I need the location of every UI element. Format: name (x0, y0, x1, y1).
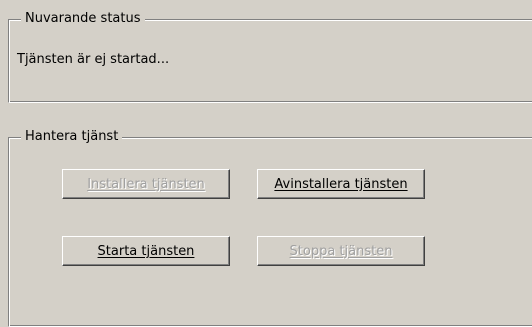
manage-service-title: Hantera tjänst (21, 128, 123, 146)
start-service-button[interactable]: Starta tjänsten (62, 236, 230, 266)
service-status-text: Tjänsten är ej startad... (17, 52, 170, 67)
start-service-label: Starta tjänsten (97, 243, 195, 259)
current-status-group: Nuvarande status Tjänsten är ej startad.… (8, 10, 532, 103)
stop-service-label: Stoppa tjänsten (289, 243, 393, 259)
uninstall-service-button[interactable]: Avinstallera tjänsten (257, 169, 425, 199)
install-service-label: Installera tjänsten (87, 176, 205, 192)
manage-service-group: Hantera tjänst Installera tjänsten Avins… (8, 128, 532, 327)
stop-service-button[interactable]: Stoppa tjänsten (257, 236, 425, 266)
uninstall-service-label: Avinstallera tjänsten (274, 176, 408, 192)
install-service-button[interactable]: Installera tjänsten (62, 169, 230, 199)
current-status-title: Nuvarande status (21, 10, 145, 28)
